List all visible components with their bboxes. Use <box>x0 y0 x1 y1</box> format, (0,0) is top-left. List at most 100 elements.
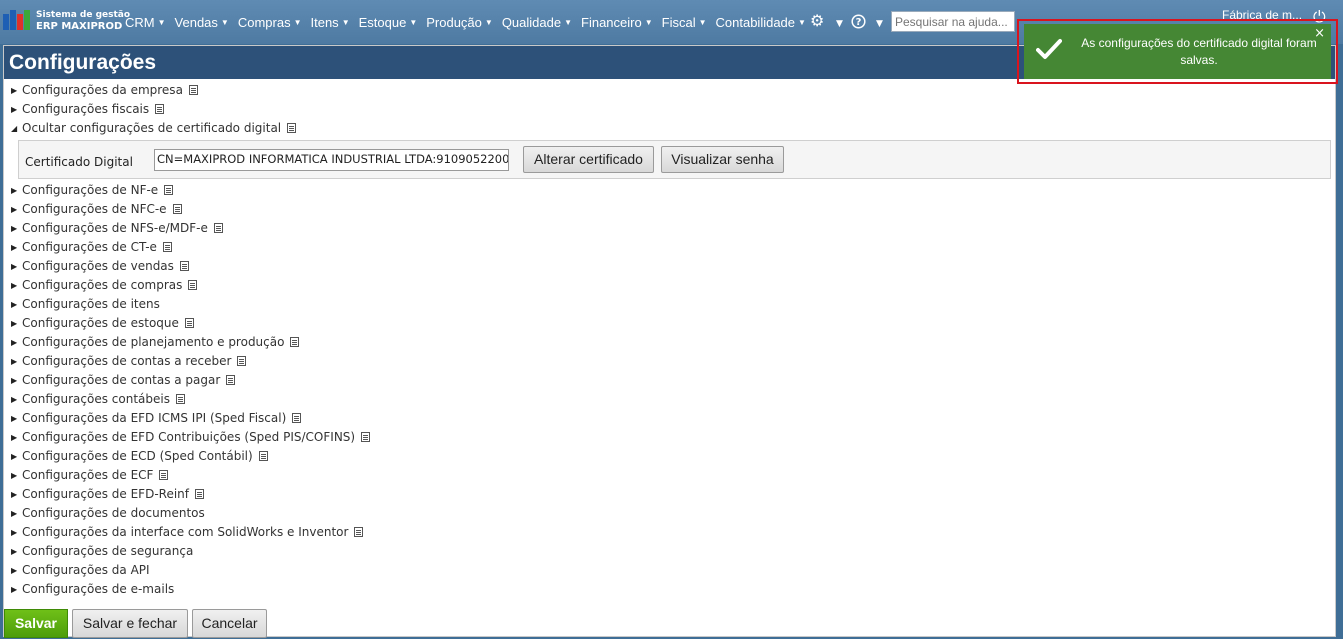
config-section-row[interactable]: ▶ Configurações de ECD (Sped Contábil) <box>4 447 1335 466</box>
config-section-row[interactable]: ▶ Configurações de vendas <box>4 257 1335 276</box>
menu-item-6[interactable]: Qualidade ▼ <box>502 15 572 30</box>
config-section-label: Configurações da interface com SolidWork… <box>22 525 349 539</box>
expand-triangle-icon[interactable]: ▶ <box>11 447 17 466</box>
certificate-field[interactable]: CN=MAXIPROD INFORMATICA INDUSTRIAL LTDA:… <box>154 149 509 171</box>
help-document-icon[interactable] <box>175 394 185 404</box>
menu-item-label: Produção <box>426 15 482 30</box>
expand-triangle-icon[interactable]: ▶ <box>11 428 17 447</box>
config-section-row[interactable]: ▶ Configurações de NFC-e <box>4 200 1335 219</box>
config-section-row[interactable]: ▶ Configurações de NF-e <box>4 181 1335 200</box>
menu-item-1[interactable]: Vendas ▼ <box>175 15 229 30</box>
help-document-icon[interactable] <box>354 527 364 537</box>
config-section-row[interactable]: ▶ Configurações de compras <box>4 276 1335 295</box>
help-document-icon[interactable] <box>195 489 204 499</box>
config-section-row[interactable]: ▶ Configurações contábeis <box>4 390 1335 409</box>
menu-item-2[interactable]: Compras ▼ <box>238 15 302 30</box>
expand-triangle-icon[interactable]: ▶ <box>11 295 17 314</box>
expand-triangle-icon[interactable]: ▶ <box>11 200 17 219</box>
config-section-row[interactable]: ▶ Configurações de contas a receber <box>4 352 1335 371</box>
chevron-down-icon: ▼ <box>157 18 166 27</box>
help-document-icon[interactable] <box>290 337 300 347</box>
expand-triangle-icon[interactable]: ▶ <box>11 542 17 561</box>
save-button[interactable]: Salvar <box>4 609 68 638</box>
gear-icon[interactable]: ⚙ <box>810 13 824 29</box>
help-document-icon[interactable] <box>226 375 236 385</box>
expand-triangle-icon[interactable]: ▶ <box>11 580 17 599</box>
help-icon[interactable]: ? <box>851 14 866 32</box>
expand-triangle-icon[interactable]: ▶ <box>11 561 17 580</box>
config-section-row[interactable]: ▶ Configurações de estoque <box>4 314 1335 333</box>
cancel-button[interactable]: Cancelar <box>192 609 267 638</box>
expand-triangle-icon[interactable]: ▶ <box>11 238 17 257</box>
menu-item-3[interactable]: Itens ▼ <box>311 15 350 30</box>
help-document-icon[interactable] <box>179 261 189 271</box>
config-section-row[interactable]: ▶ Configurações de planejamento e produçã… <box>4 333 1335 352</box>
menu-item-8[interactable]: Fiscal ▼ <box>662 15 707 30</box>
help-document-icon[interactable] <box>237 356 247 366</box>
expand-triangle-icon[interactable]: ▶ <box>11 409 17 428</box>
expand-triangle-icon[interactable]: ▶ <box>11 219 17 238</box>
config-section-row[interactable]: ▶ Configurações da API <box>4 561 1335 580</box>
expand-triangle-icon[interactable]: ▶ <box>11 485 17 504</box>
menu-item-label: Qualidade <box>501 15 562 30</box>
config-section-row[interactable]: ▶ Configurações de segurança <box>4 542 1335 561</box>
save-and-close-button[interactable]: Salvar e fechar <box>72 609 188 638</box>
expand-triangle-icon[interactable]: ▶ <box>11 390 17 409</box>
help-document-icon[interactable] <box>361 432 371 442</box>
config-section-row[interactable]: ▶ Configurações de documentos <box>4 504 1335 523</box>
menu-item-0[interactable]: CRM ▼ <box>125 15 166 30</box>
expand-triangle-icon[interactable]: ▶ <box>11 257 17 276</box>
config-section-row[interactable]: ▶ Configurações fiscais <box>4 100 1335 119</box>
expand-triangle-icon[interactable]: ▶ <box>11 333 17 352</box>
help-search-input[interactable] <box>891 11 1015 32</box>
menu-item-7[interactable]: Financeiro ▼ <box>581 15 653 30</box>
config-section-row[interactable]: ▶ Configurações de e-mails <box>4 580 1335 599</box>
settings-caret-icon[interactable]: ▼ <box>836 16 843 32</box>
menu-item-4[interactable]: Estoque ▼ <box>359 15 418 30</box>
config-section-row[interactable]: ◢ Ocultar configurações de certificado di… <box>4 119 1335 138</box>
config-section-row[interactable]: ▶ Configurações de EFD Contribuições (Spe… <box>4 428 1335 447</box>
help-document-icon[interactable] <box>188 280 198 290</box>
chevron-down-icon: ▼ <box>698 18 707 27</box>
expand-triangle-icon[interactable]: ▶ <box>11 352 17 371</box>
change-certificate-button[interactable]: Alterar certificado <box>523 146 654 173</box>
config-section-row[interactable]: ▶ Configurações de contas a pagar <box>4 371 1335 390</box>
expand-triangle-icon[interactable]: ▶ <box>11 371 17 390</box>
help-document-icon[interactable] <box>172 204 182 214</box>
help-caret-icon[interactable]: ▼ <box>876 16 883 32</box>
collapse-triangle-icon[interactable]: ◢ <box>11 119 17 138</box>
help-document-icon[interactable] <box>292 413 302 423</box>
brand-name[interactable]: Sistema de gestão ERP MAXIPROD <box>36 9 130 33</box>
view-password-button[interactable]: Visualizar senha <box>661 146 784 173</box>
help-document-icon[interactable] <box>287 123 297 133</box>
expand-triangle-icon[interactable]: ▶ <box>11 81 17 100</box>
config-section-row[interactable]: ▶ Configurações da interface com SolidWor… <box>4 523 1335 542</box>
help-document-icon[interactable] <box>258 451 268 461</box>
menu-item-9[interactable]: Contabilidade ▼ <box>716 15 806 30</box>
toast-close-icon[interactable]: × <box>1314 26 1325 41</box>
config-section-row[interactable]: ▶ Configurações de ECF <box>4 466 1335 485</box>
help-document-icon[interactable] <box>164 185 174 195</box>
config-section-row[interactable]: ▶ Configurações de NFS-e/MDF-e <box>4 219 1335 238</box>
expand-triangle-icon[interactable]: ▶ <box>11 466 17 485</box>
config-section-row[interactable]: ▶ Configurações de itens <box>4 295 1335 314</box>
expand-triangle-icon[interactable]: ▶ <box>11 181 17 200</box>
config-section-row[interactable]: ▶ Configurações de CT-e <box>4 238 1335 257</box>
menu-item-label: Financeiro <box>581 15 642 30</box>
help-document-icon[interactable] <box>159 470 169 480</box>
config-section-row[interactable]: ▶ Configurações da EFD ICMS IPI (Sped Fis… <box>4 409 1335 428</box>
expand-triangle-icon[interactable]: ▶ <box>11 100 17 119</box>
maxiprod-logo-icon[interactable] <box>3 10 33 32</box>
expand-triangle-icon[interactable]: ▶ <box>11 523 17 542</box>
config-section-row[interactable]: ▶ Configurações de EFD-Reinf <box>4 485 1335 504</box>
help-document-icon[interactable] <box>184 318 194 328</box>
success-toast[interactable]: As configurações do certificado digital … <box>1024 24 1331 79</box>
help-document-icon[interactable] <box>155 104 165 114</box>
expand-triangle-icon[interactable]: ▶ <box>11 314 17 333</box>
help-document-icon[interactable] <box>162 242 172 252</box>
help-document-icon[interactable] <box>213 223 223 233</box>
expand-triangle-icon[interactable]: ▶ <box>11 504 17 523</box>
menu-item-5[interactable]: Produção ▼ <box>426 15 493 30</box>
expand-triangle-icon[interactable]: ▶ <box>11 276 17 295</box>
help-document-icon[interactable] <box>188 85 198 95</box>
